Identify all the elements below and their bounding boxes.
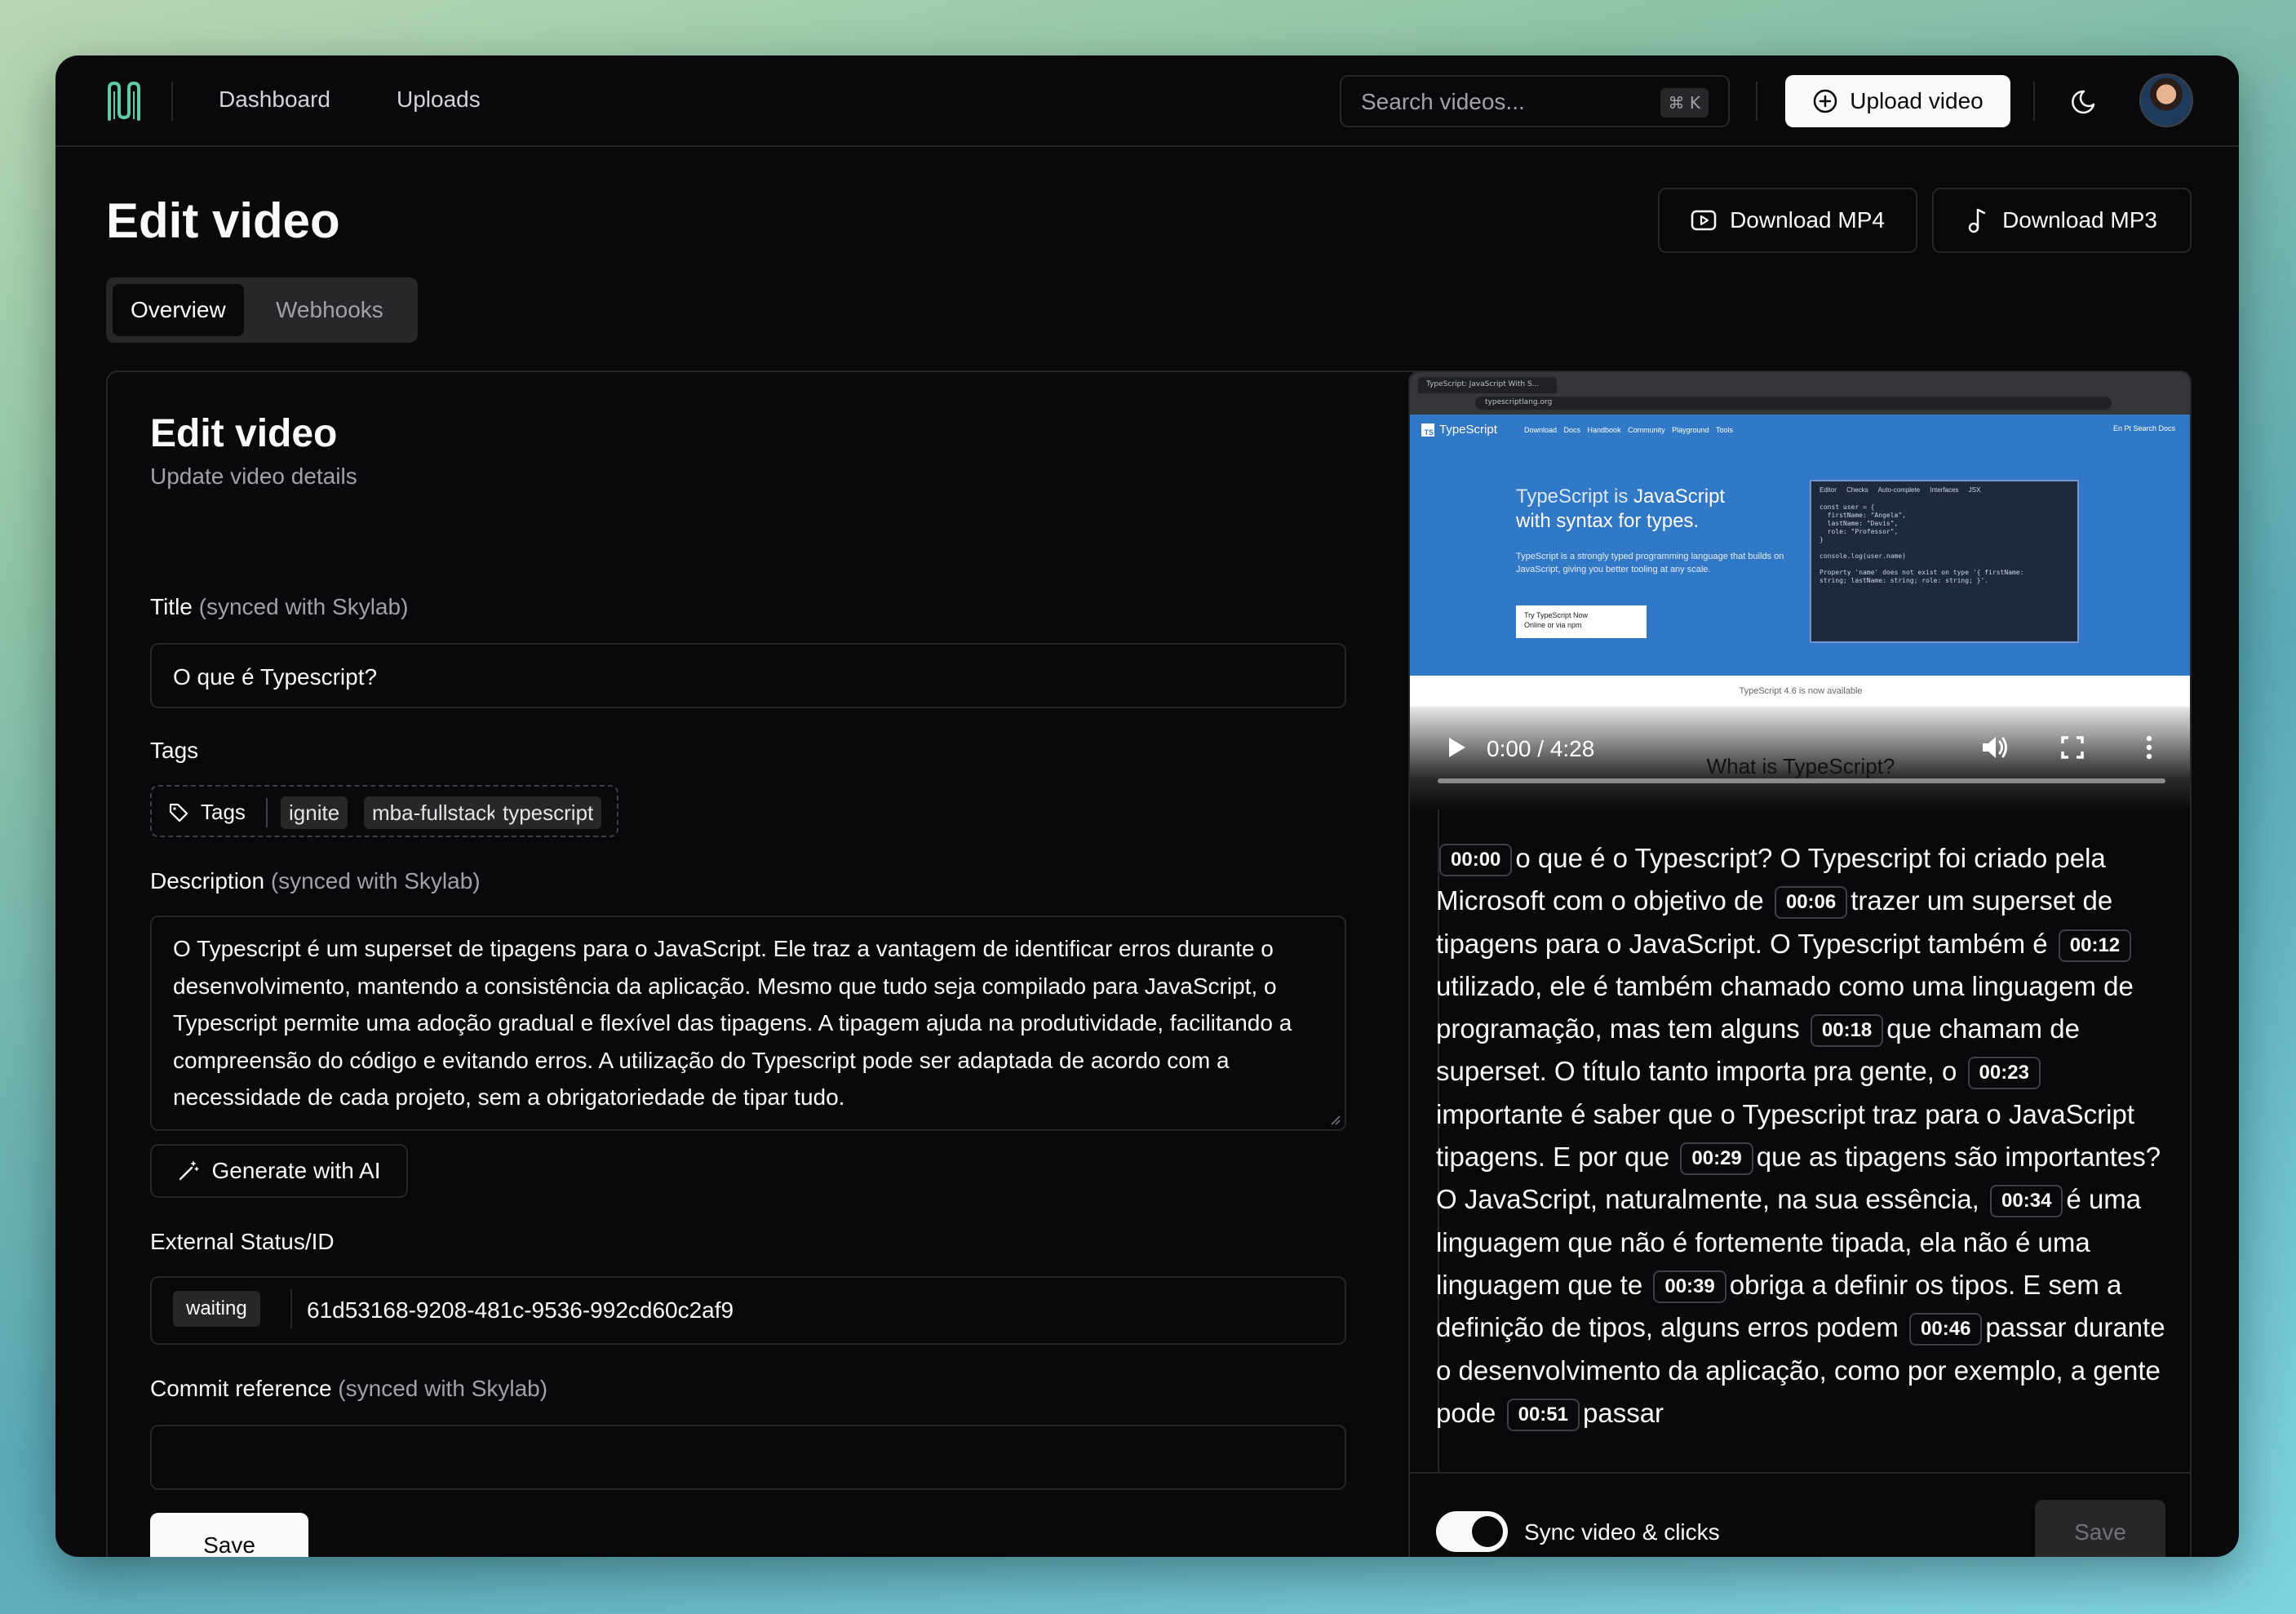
save-transcript-button[interactable]: Save: [2035, 1500, 2165, 1557]
timestamp-chip[interactable]: 00:46: [1909, 1313, 1983, 1346]
title-label: Title (synced with Skylab): [150, 594, 409, 619]
description-value: O Typescript é um superset de tipagens p…: [173, 936, 1292, 1110]
upload-video-button[interactable]: Upload video: [1785, 75, 2010, 127]
video-frame-tab: TypeScript: JavaScript With S...: [1418, 377, 1557, 393]
status-divider: [290, 1289, 292, 1328]
download-mp3-button[interactable]: Download MP3: [1932, 188, 2192, 253]
app-logo-icon[interactable]: [106, 80, 145, 122]
title-input[interactable]: O que é Typescript?: [150, 643, 1346, 708]
video-panel-footer: Sync video & clicks Save: [1410, 1472, 2190, 1557]
user-avatar[interactable]: [2139, 73, 2193, 127]
video-frame-url: typescriptlang.org: [1475, 397, 2112, 410]
video-frame-body: TypeScript is a strongly typed programmi…: [1516, 552, 1784, 574]
search-shortcut-badge: ⌘ K: [1660, 88, 1709, 118]
more-options-icon[interactable]: [2133, 731, 2165, 764]
video-frame-content: TS TypeScript Download Docs Handbook Com…: [1410, 415, 2190, 676]
fullscreen-icon[interactable]: [2056, 731, 2089, 764]
save-button[interactable]: Save: [150, 1513, 308, 1557]
search-box[interactable]: ⌘ K: [1340, 75, 1730, 127]
video-frame-logo: TS TypeScript: [1421, 423, 1497, 437]
header-divider: [171, 82, 173, 121]
header-divider: [2033, 82, 2035, 121]
volume-icon[interactable]: [1978, 731, 2010, 764]
tab-overview[interactable]: Overview: [113, 284, 244, 336]
title-value: O que é Typescript?: [173, 664, 378, 689]
status-badge: waiting: [173, 1291, 260, 1327]
description-textarea[interactable]: O Typescript é um superset de tipagens p…: [150, 916, 1346, 1131]
resize-handle-icon[interactable]: [1328, 1113, 1341, 1126]
sync-toggle-label: Sync video & clicks: [1524, 1519, 1720, 1545]
upload-video-label: Upload video: [1850, 88, 1984, 113]
sync-toggle-knob: [1472, 1516, 1503, 1547]
external-status-field: waiting 61d53168-9208-481c-9536-992cd60c…: [150, 1276, 1346, 1345]
transcript-segment: passar: [1582, 1397, 1664, 1428]
timestamp-chip[interactable]: 00:34: [1990, 1185, 2063, 1218]
nav-dashboard[interactable]: Dashboard: [219, 86, 330, 113]
download-mp4-label: Download MP4: [1730, 207, 1885, 233]
generate-ai-label: Generate with AI: [211, 1158, 381, 1183]
video-frame-footer: TypeScript 4.6 is now available: [1410, 676, 2190, 707]
music-note-icon: [1968, 208, 1986, 233]
tags-button-label: Tags: [201, 800, 246, 824]
tags-button[interactable]: Tags: [168, 800, 246, 825]
video-frame-headline: TypeScript is JavaScript with syntax for…: [1516, 486, 1726, 532]
card-subtitle: Update video details: [150, 463, 357, 489]
tab-list: Overview Webhooks: [106, 277, 418, 343]
tags-divider: [266, 798, 268, 827]
nav-uploads[interactable]: Uploads: [397, 86, 481, 113]
timestamp-chip[interactable]: 00:06: [1774, 886, 1848, 920]
moon-icon[interactable]: [2069, 85, 2102, 118]
transcript: 00:00 o que é o Typescript? O Typescript …: [1436, 837, 2170, 1434]
timestamp-chip[interactable]: 00:12: [2058, 929, 2132, 962]
app-window: Dashboard Uploads ⌘ K Upload video Edit …: [55, 55, 2239, 1557]
top-navbar: Dashboard Uploads ⌘ K Upload video: [55, 55, 2239, 147]
video-frame-code: Editor Checks Auto-complete Interfaces J…: [1810, 480, 2079, 643]
page-title: Edit video: [106, 193, 340, 248]
tags-field[interactable]: Tags ignite mba-fullstack typescript: [150, 785, 618, 837]
timestamp-chip[interactable]: 00:23: [1967, 1057, 2041, 1090]
timestamp-chip[interactable]: 00:18: [1810, 1014, 1884, 1048]
generate-ai-button[interactable]: Generate with AI: [150, 1144, 408, 1198]
search-input[interactable]: [1361, 88, 1638, 116]
tag-chip[interactable]: typescript: [494, 796, 602, 829]
timestamp-chip[interactable]: 00:00: [1439, 844, 1513, 876]
video-icon: [1691, 210, 1717, 231]
download-mp4-button[interactable]: Download MP4: [1658, 188, 1917, 253]
edit-video-card: Edit video Update video details Title (s…: [106, 370, 1439, 1557]
video-frame-nav: TS TypeScript Download Docs Handbook Com…: [1410, 415, 2190, 444]
external-id: 61d53168-9208-481c-9536-992cd60c2af9: [307, 1297, 734, 1323]
video-frame-navlinks: Download Docs Handbook Community Playgro…: [1524, 426, 1733, 434]
magic-wand-icon: [180, 1161, 199, 1181]
tab-webhooks[interactable]: Webhooks: [258, 284, 401, 336]
download-mp3-label: Download MP3: [2002, 207, 2157, 233]
video-player[interactable]: TypeScript: JavaScript With S... typescr…: [1410, 372, 2190, 809]
timestamp-chip[interactable]: 00:39: [1653, 1270, 1726, 1303]
plus-circle-icon: [1814, 89, 1837, 113]
tag-chip[interactable]: mba-fullstack: [364, 796, 506, 829]
video-panel: TypeScript: JavaScript With S... typescr…: [1408, 370, 2192, 1557]
video-frame-browser-bar: TypeScript: JavaScript With S... typescr…: [1410, 372, 2190, 415]
ts-logo-icon: TS: [1421, 423, 1434, 437]
sync-toggle[interactable]: [1436, 1511, 1508, 1552]
video-frame-cta: Try TypeScript Now Online or via npm: [1516, 605, 1647, 638]
tags-label: Tags: [150, 738, 199, 763]
header-divider: [1756, 82, 1757, 121]
commit-label: Commit reference (synced with Skylab): [150, 1376, 548, 1401]
timestamp-chip[interactable]: 00:29: [1680, 1142, 1753, 1176]
video-progress-bar[interactable]: [1438, 778, 2165, 783]
video-controls: 0:00 / 4:28 What is TypeScript?: [1410, 707, 2190, 809]
tag-chip[interactable]: ignite: [281, 796, 348, 829]
description-label: Description (synced with Skylab): [150, 868, 481, 893]
external-status-label: External Status/ID: [150, 1229, 335, 1254]
commit-input[interactable]: [150, 1425, 1346, 1490]
video-frame-navright: En Pt Search Docs: [2112, 424, 2175, 432]
card-title: Edit video: [150, 412, 338, 455]
tag-icon: [169, 803, 188, 822]
timestamp-chip[interactable]: 00:51: [1506, 1398, 1580, 1431]
